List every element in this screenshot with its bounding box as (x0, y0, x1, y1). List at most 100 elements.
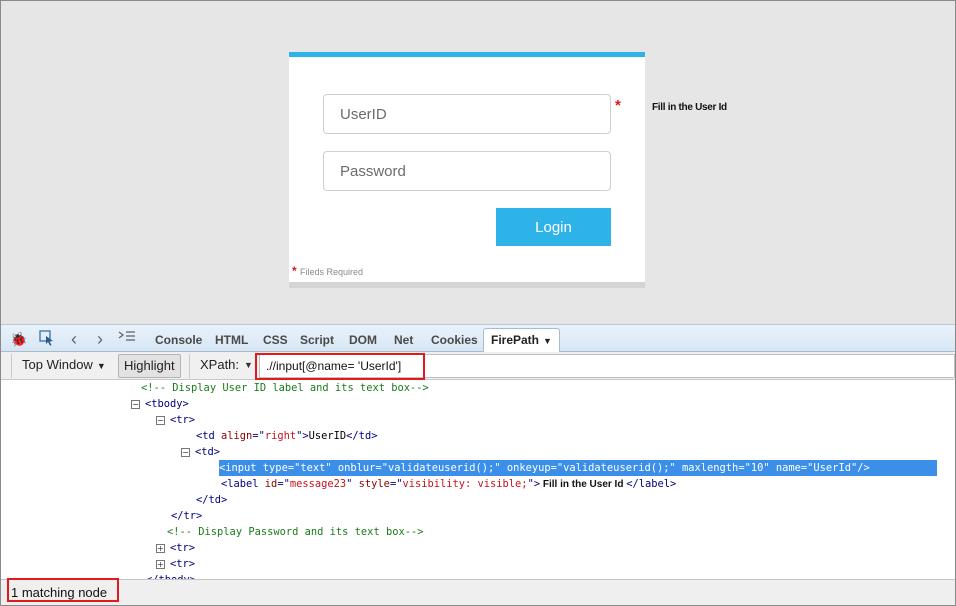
tree-node[interactable]: </td> (196, 492, 227, 508)
tree-node[interactable]: + <tr> (156, 540, 195, 556)
tree-token: <label (221, 478, 265, 490)
tab-script[interactable]: Script (300, 333, 334, 347)
tree-token: " (494, 462, 507, 474)
tree-token: <!-- Display User ID label and its text … (141, 382, 429, 394)
tab-html[interactable]: HTML (215, 333, 248, 347)
tree-token: =" (389, 478, 403, 490)
tree-node[interactable]: </tr> (171, 508, 202, 524)
tab-cookies[interactable]: Cookies (431, 333, 478, 347)
tree-token: <td (196, 430, 222, 442)
tree-token: UserID (308, 430, 347, 442)
tree-token: =" (738, 462, 751, 474)
tree-token: =" (550, 462, 564, 474)
status-bar: 1 matching node (1, 579, 955, 605)
collapse-icon[interactable]: − (131, 399, 140, 409)
firepath-bar: Top Window ▼ Highlight XPath: ▼ (1, 352, 955, 380)
tree-token: <tbody> (145, 398, 189, 410)
caret-down-icon: ▼ (543, 336, 552, 346)
tab-dom[interactable]: DOM (349, 333, 377, 347)
tree-token: <input (219, 462, 263, 474)
firebug-toolbar: 🐞 ‹ › Console HTML CSS Script DOM Net Co… (1, 324, 955, 353)
tree-token: validateuserid(); (563, 462, 670, 474)
tree-token: name (775, 462, 801, 474)
tree-token: id (264, 478, 278, 490)
tree-token: align (221, 430, 253, 442)
login-button[interactable]: Login (496, 208, 611, 246)
caret-down-icon: ▼ (96, 361, 106, 371)
tree-token: text (300, 462, 326, 474)
tree-node[interactable]: <td align="right">UserID</td> (196, 428, 377, 444)
inspect-icon[interactable] (38, 330, 56, 348)
userid-input[interactable] (323, 94, 611, 134)
tree-token: maxlength (682, 462, 739, 474)
tree-token: =" (800, 462, 814, 474)
tree-token: =" (287, 462, 301, 474)
required-note: Fileds Required (300, 267, 364, 277)
tree-token: =" (375, 462, 388, 474)
tree-token: UserId (813, 462, 851, 474)
tree-token: "> (296, 430, 309, 442)
tree-token: <tr> (170, 558, 196, 570)
command-line-icon[interactable] (118, 330, 136, 348)
tree-token: </tr> (171, 510, 203, 522)
tree-token: <td> (195, 446, 221, 458)
xpath-label[interactable]: XPath: (189, 354, 244, 378)
tree-token: right (264, 430, 297, 442)
tree-node[interactable]: <!-- Display Password and its text box--… (167, 524, 423, 540)
tree-token: <tr> (170, 414, 196, 426)
tree-node[interactable]: − <tbody> (131, 396, 189, 412)
back-icon[interactable]: ‹ (65, 330, 83, 348)
tree-node[interactable]: − <td> (181, 444, 220, 460)
tree-token: </td> (196, 494, 228, 506)
tab-net[interactable]: Net (394, 333, 413, 347)
tree-token: =" (277, 478, 290, 490)
tree-token: </label> (626, 478, 677, 490)
top-window-dropdown[interactable]: Top Window ▼ (11, 354, 111, 378)
tab-firepath-label: FirePath (491, 333, 540, 347)
tree-token: Fill in the User Id (540, 479, 627, 490)
expand-icon[interactable]: + (156, 559, 165, 569)
tree-token: type (262, 462, 288, 474)
tree-token: </td> (346, 430, 378, 442)
tree-token: " (346, 478, 359, 490)
tree-token: "> (527, 478, 541, 490)
html-tree-panel: <!-- Display User ID label and its text … (1, 380, 955, 579)
userid-required-asterisk: * (615, 97, 621, 114)
page-viewport: Login * Fileds Required * Fill in the Us… (1, 1, 955, 324)
forward-icon[interactable]: › (91, 330, 109, 348)
tree-token: =" (252, 430, 265, 442)
tab-firepath[interactable]: FirePath ▼ (483, 328, 560, 353)
tree-node[interactable]: </tbody> (146, 572, 196, 579)
tree-token: style (358, 478, 390, 490)
tree-token: visibility: visible; (402, 478, 528, 490)
top-window-label: Top Window (22, 357, 93, 372)
tree-node-selected[interactable]: <input type="text" onblur="validateuseri… (219, 460, 937, 476)
tab-css[interactable]: CSS (263, 333, 288, 347)
tab-console[interactable]: Console (155, 333, 202, 347)
tree-token: onblur (337, 462, 376, 474)
collapse-icon[interactable]: − (156, 415, 165, 425)
match-count-status: 1 matching node (11, 585, 108, 600)
tree-token: 10 (750, 462, 764, 474)
password-input[interactable] (323, 151, 611, 191)
tree-token: " (669, 462, 683, 474)
tree-node[interactable]: <!-- Display User ID label and its text … (141, 380, 429, 396)
xpath-input[interactable] (259, 354, 955, 378)
tree-token: <tr> (170, 542, 196, 554)
tree-node[interactable]: <label id="message23" style="visibility:… (221, 476, 676, 492)
tree-token: "/> (850, 462, 870, 474)
tree-token: onkeyup (506, 462, 551, 474)
highlight-button[interactable]: Highlight (118, 354, 181, 378)
tree-token: " (763, 462, 776, 474)
collapse-icon[interactable]: − (181, 447, 190, 457)
tree-token: validateuserid(); (387, 462, 495, 474)
tree-token: <!-- Display Password and its text box--… (167, 526, 424, 538)
tree-node[interactable]: + <tr> (156, 556, 195, 572)
login-card: Login * Fileds Required (289, 52, 645, 288)
tree-node[interactable]: − <tr> (156, 412, 195, 428)
expand-icon[interactable]: + (156, 543, 165, 553)
tree-token: " (325, 462, 338, 474)
tree-token: message23 (289, 478, 347, 490)
xpath-dropdown-icon[interactable]: ▼ (244, 360, 253, 370)
firebug-icon[interactable]: 🐞 (10, 330, 28, 348)
